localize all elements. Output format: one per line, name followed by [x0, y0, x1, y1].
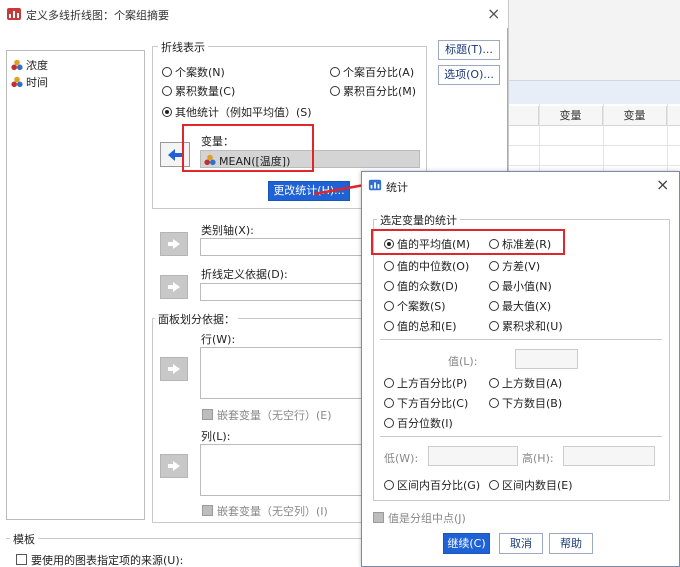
radio-percent-above[interactable]: 上方百分比(P) [384, 375, 467, 391]
radio-median[interactable]: 值的中位数(O) [384, 258, 469, 274]
radio-sum[interactable]: 值的总和(E) [384, 318, 457, 334]
move-column-button[interactable] [160, 454, 188, 478]
variable-label: 时间 [26, 76, 48, 89]
dialog-title: 定义多线折线图：个案组摘要 [26, 9, 169, 22]
radio-cumulative-count[interactable]: 累积数量(C) [162, 83, 235, 99]
line-representation-title: 折线表示 [158, 39, 208, 55]
radio-mode[interactable]: 值的众数(D) [384, 278, 458, 294]
line-define-label: 折线定义依据(D): [201, 268, 288, 281]
move-line-define-button[interactable] [160, 275, 188, 299]
template-divider [6, 538, 386, 539]
variable-list[interactable]: 浓度 时间 [6, 50, 145, 520]
options-button[interactable]: 选项(O)... [438, 65, 500, 85]
grid-col-header[interactable]: 变量 [539, 106, 603, 126]
row-nest-checkbox[interactable]: 嵌套变量（无空行）(E) [202, 407, 332, 423]
statistics-dialog: 统计 × 选定变量的统计 值的平均值(M) 标准差(R) 值的中位数(O) 方差… [361, 171, 680, 567]
high-input[interactable] [563, 446, 655, 466]
radio-percent-in-range[interactable]: 区间内百分比(G) [384, 477, 480, 493]
selected-stat-group-title: 选定变量的统计 [377, 212, 460, 228]
help-button[interactable]: 帮助 [549, 533, 593, 554]
list-item[interactable]: 浓度 [11, 57, 48, 73]
close-icon[interactable]: × [656, 175, 669, 194]
grid-col-header[interactable]: 变量 [603, 106, 667, 126]
radio-cumulative-sum[interactable]: 累积求和(U) [489, 318, 563, 334]
scale-variable-icon [11, 76, 23, 88]
statistics-dialog-title: 统计 [386, 181, 408, 194]
chart-app-icon [7, 8, 21, 20]
midpoint-checkbox[interactable]: 值是分组中点(J) [373, 510, 466, 526]
background-toolbar [508, 0, 680, 104]
background-menu-strip [509, 80, 680, 104]
close-icon[interactable]: × [487, 4, 500, 23]
continue-button[interactable]: 继续(C) [443, 533, 490, 554]
template-source-checkbox[interactable]: 要使用的图表指定项的来源(U): [16, 552, 183, 567]
panel-group-title: 面板划分依据： [155, 311, 238, 327]
list-item[interactable]: 时间 [11, 74, 48, 90]
low-input[interactable] [428, 446, 518, 466]
highlight-variable-box [182, 124, 314, 172]
radio-percent-below[interactable]: 下方百分比(C) [384, 395, 468, 411]
arrow-left-icon [168, 148, 182, 161]
variable-label: 浓度 [26, 59, 48, 72]
radio-cumulative-percent[interactable]: 累积百分比(M) [330, 83, 416, 99]
radio-percentile[interactable]: 百分位数(I) [384, 415, 453, 431]
grid-col-header-partial [667, 106, 680, 126]
radio-maximum[interactable]: 最大值(X) [489, 298, 551, 314]
chart-app-icon [368, 179, 382, 191]
radio-number-below[interactable]: 下方数目(B) [489, 395, 562, 411]
title-button[interactable]: 标题(T)... [438, 40, 500, 60]
move-category-axis-button[interactable] [160, 232, 188, 256]
low-label: 低(W): [384, 452, 419, 465]
category-axis-label: 类别轴(X): [201, 224, 254, 237]
arrow-right-icon [168, 282, 180, 292]
radio-case-percent[interactable]: 个案百分比(A) [330, 64, 414, 80]
arrow-right-icon [168, 364, 180, 374]
radio-minimum[interactable]: 最小值(N) [489, 278, 552, 294]
radio-number-above[interactable]: 上方数目(A) [489, 375, 562, 391]
arrow-right-icon [168, 461, 180, 471]
value-input[interactable] [515, 349, 578, 369]
column-label: 列(L): [201, 430, 231, 443]
dialog-title-bar: 定义多线折线图：个案组摘要 × [0, 0, 508, 28]
value-label: 值(L): [448, 355, 478, 368]
move-row-button[interactable] [160, 357, 188, 381]
radio-other-statistic[interactable]: 其他统计（例如平均值）(S) [162, 104, 312, 120]
scale-variable-icon [11, 59, 23, 71]
highlight-stat-box [371, 229, 565, 255]
grid-corner [509, 106, 539, 126]
arrow-right-icon [168, 239, 180, 249]
radio-number-in-range[interactable]: 区间内数目(E) [489, 477, 573, 493]
cancel-button[interactable]: 取消 [499, 533, 543, 554]
radio-case-count[interactable]: 个案数(N) [162, 64, 225, 80]
high-label: 高(H): [522, 452, 554, 465]
column-nest-checkbox[interactable]: 嵌套变量（无空列）(I) [202, 503, 328, 519]
radio-case-count[interactable]: 个案数(S) [384, 298, 446, 314]
radio-variance[interactable]: 方差(V) [489, 258, 540, 274]
template-title: 模板 [10, 531, 38, 547]
row-label: 行(W): [201, 333, 236, 346]
